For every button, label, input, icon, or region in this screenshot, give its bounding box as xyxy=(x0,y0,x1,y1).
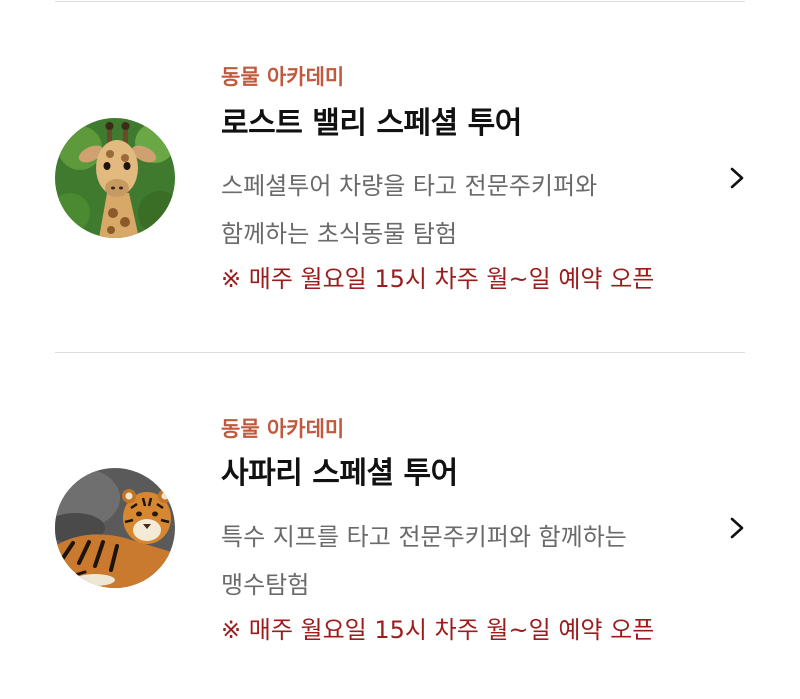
tour-category: 동물 아카데미 xyxy=(221,417,345,441)
giraffe-thumbnail xyxy=(55,118,175,238)
reservation-notice: ※ 매주 월요일 15시 차주 월~일 예약 오픈 xyxy=(221,616,655,644)
tour-description-line-2: 함께하는 초식동물 탐험 xyxy=(221,220,458,248)
tour-description-line-1: 스페셜투어 차량을 타고 전문주키퍼와 xyxy=(221,172,598,200)
tour-card-lost-valley[interactable]: 동물 아카데미 로스트 밸리 스페셜 투어 스페셜투어 차량을 타고 전문주키퍼… xyxy=(0,0,800,352)
chevron-right-icon[interactable] xyxy=(722,513,752,543)
reservation-notice: ※ 매주 월요일 15시 차주 월~일 예약 오픈 xyxy=(221,265,655,293)
tiger-thumbnail xyxy=(55,468,175,588)
tour-card-safari[interactable]: 동물 아카데미 사파리 스페셜 투어 특수 지프를 타고 전문주키퍼와 함께하는… xyxy=(0,353,800,699)
giraffe-image xyxy=(55,118,175,238)
tour-description-line-1: 특수 지프를 타고 전문주키퍼와 함께하는 xyxy=(221,523,627,551)
tour-title[interactable]: 사파리 스페셜 투어 xyxy=(221,455,458,493)
chevron-right-icon[interactable] xyxy=(722,163,752,193)
tour-category: 동물 아카데미 xyxy=(221,65,345,89)
tour-title[interactable]: 로스트 밸리 스페셜 투어 xyxy=(221,105,522,143)
tiger-image xyxy=(55,468,175,588)
tour-description-line-2: 맹수탐험 xyxy=(221,571,310,599)
